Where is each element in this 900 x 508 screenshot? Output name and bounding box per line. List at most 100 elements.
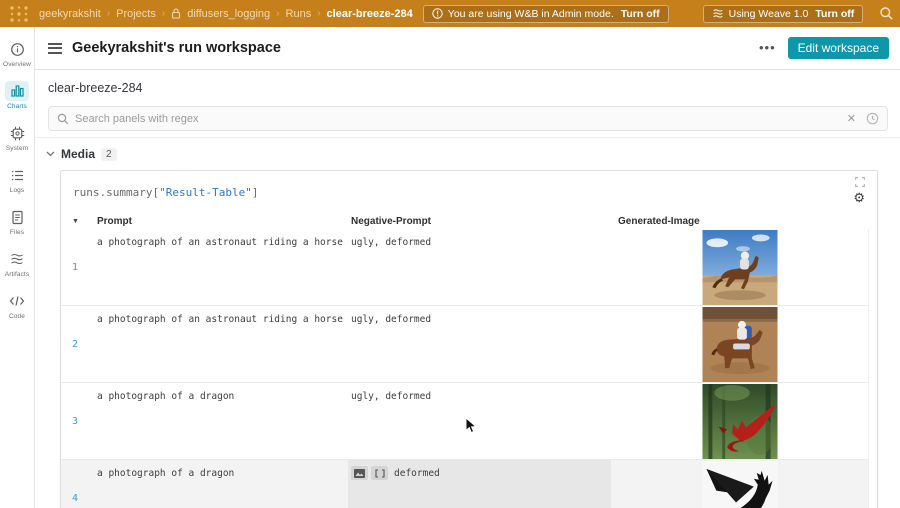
run-name: clear-breeze-284 [48,81,143,95]
table-row[interactable]: 1 a photograph of an astronaut riding a … [61,229,868,306]
breadcrumb-entity[interactable]: geekyrakshit [39,8,101,20]
weave-turn-off-button[interactable]: Turn off [815,8,854,20]
row-index[interactable]: 1 [61,262,94,273]
panel-settings-gear-icon[interactable]: ⚙ [853,191,865,204]
breadcrumb-separator: › [317,8,320,19]
negative-prompt-cell[interactable]: ugly, deformed [348,229,611,305]
cpu-chip-icon [10,126,25,141]
log-list-icon [10,169,25,182]
sidebar-item-charts[interactable]: Charts [0,81,35,123]
info-circle-icon [10,42,25,57]
prompt-cell[interactable]: a photograph of an astronaut riding a ho… [94,306,348,382]
panel-title-key: "Result-Table" [159,186,252,199]
sidebar-label: Charts [7,103,27,110]
negative-prompt-cell[interactable]: ugly, deformed [348,383,611,459]
breadcrumb: geekyrakshit › Projects › diffusers_logg… [39,8,413,20]
weave-banner: Using Weave 1.0 Turn off [703,5,864,23]
sidebar-item-logs[interactable]: Logs [0,165,35,207]
generated-image-cell[interactable] [611,383,869,459]
panel-search-bar[interactable]: ✕ [48,106,888,131]
prompt-cell[interactable]: a photograph of a dragon [94,383,348,459]
generated-image-cell[interactable] [611,460,869,508]
breadcrumb-projects[interactable]: Projects [116,8,156,20]
column-header-negative-prompt[interactable]: Negative-Prompt [348,216,611,227]
search-input[interactable] [75,113,847,125]
sidebar-item-system[interactable]: System [0,123,35,165]
admin-banner-text: You are using W&B in Admin mode. [448,8,614,20]
generated-image-black-dragon-silhouette[interactable] [702,461,778,508]
breadcrumb-separator: › [107,8,110,19]
sidebar-item-overview[interactable]: Overview [0,39,35,81]
top-navigation-bar: geekyrakshit › Projects › diffusers_logg… [0,0,900,27]
panel-title-prefix: runs.summary[ [73,186,159,199]
table-body: 1 a photograph of an astronaut riding a … [61,229,869,508]
prompt-cell[interactable]: a photograph of an astronaut riding a ho… [94,229,348,305]
breadcrumb-run-name[interactable]: clear-breeze-284 [327,8,413,20]
history-clock-icon[interactable] [866,112,879,125]
table-row[interactable]: 4 a photograph of a dragon deformed [61,460,868,508]
cell-media-panel-icon[interactable] [351,466,368,480]
sidebar-label: Files [10,229,24,236]
fullscreen-expand-icon[interactable] [855,177,865,187]
negative-prompt-cell[interactable]: deformed [348,460,611,508]
overflow-menu-icon[interactable]: ••• [759,43,776,53]
table-row[interactable]: 3 a photograph of a dragon ugly, deforme… [61,383,868,460]
sidebar-label: Overview [3,61,31,68]
result-table-panel[interactable]: runs.summary["Result-Table"] ⚙ ▼ Prompt … [60,170,878,508]
search-icon [57,113,69,125]
negative-prompt-text: deformed [394,466,440,479]
cell-expand-icon[interactable] [371,466,388,480]
media-section-label: Media [61,147,95,161]
admin-mode-banner: You are using W&B in Admin mode. Turn of… [423,5,669,23]
generated-image-red-dragon-forest[interactable] [702,384,778,459]
wandb-logo-icon[interactable] [9,5,29,23]
sidebar-item-files[interactable]: Files [0,207,35,249]
table-row[interactable]: 2 a photograph of an astronaut riding a … [61,306,868,383]
breadcrumb-runs[interactable]: Runs [286,8,312,20]
breadcrumb-project[interactable]: diffusers_logging [187,8,270,20]
section-divider [35,137,900,138]
admin-turn-off-button[interactable]: Turn off [621,8,660,20]
row-index[interactable]: 3 [61,416,94,427]
menu-hamburger-icon[interactable] [48,43,62,54]
panel-title-suffix: ] [252,186,259,199]
bar-chart-icon [10,84,25,98]
sidebar-item-artifacts[interactable]: Artifacts [0,249,35,291]
row-index[interactable]: 4 [61,493,94,504]
workspace-title: Geekyrakshit's run workspace [72,40,281,56]
row-index[interactable]: 2 [61,339,94,350]
generated-image-astronaut-riding-horse-desert[interactable] [702,230,778,305]
column-header-generated-image[interactable]: Generated-Image [611,216,869,227]
search-icon[interactable] [879,6,894,21]
generated-image-cell[interactable] [611,306,869,382]
media-section-header[interactable]: Media 2 [46,147,117,161]
weave-icon [712,8,724,19]
panel-title: runs.summary["Result-Table"] [73,186,258,199]
code-icon [9,295,25,307]
main-content: Geekyrakshit's run workspace ••• Edit wo… [35,27,900,508]
chevron-down-icon [46,151,55,157]
breadcrumb-separator: › [276,8,279,19]
file-document-icon [11,210,24,225]
breadcrumb-separator: › [162,8,165,19]
table-header-row: ▼ Prompt Negative-Prompt Generated-Image [61,214,869,229]
info-icon [432,8,443,19]
sidebar-item-code[interactable]: Code [0,291,35,333]
workspace-header: Geekyrakshit's run workspace ••• Edit wo… [35,27,900,70]
generated-image-cell[interactable] [611,229,869,305]
weave-banner-text: Using Weave 1.0 [729,8,809,20]
prompt-cell[interactable]: a photograph of a dragon [94,460,348,508]
table-filter-icon[interactable]: ▼ [61,218,94,225]
sidebar-label: Artifacts [5,271,29,278]
clear-search-icon[interactable]: ✕ [847,112,856,125]
media-panel-count-badge: 2 [101,148,117,161]
sidebar-label: Code [9,313,25,320]
column-header-prompt[interactable]: Prompt [94,216,348,227]
run-sidebar: Overview Charts System [0,27,35,508]
sidebar-label: System [6,145,28,152]
negative-prompt-cell[interactable]: ugly, deformed [348,306,611,382]
lock-icon [171,8,181,19]
generated-image-astronaut-riding-horse-track[interactable] [702,307,778,382]
edit-workspace-button[interactable]: Edit workspace [788,37,889,59]
artifacts-layers-icon [10,252,24,266]
